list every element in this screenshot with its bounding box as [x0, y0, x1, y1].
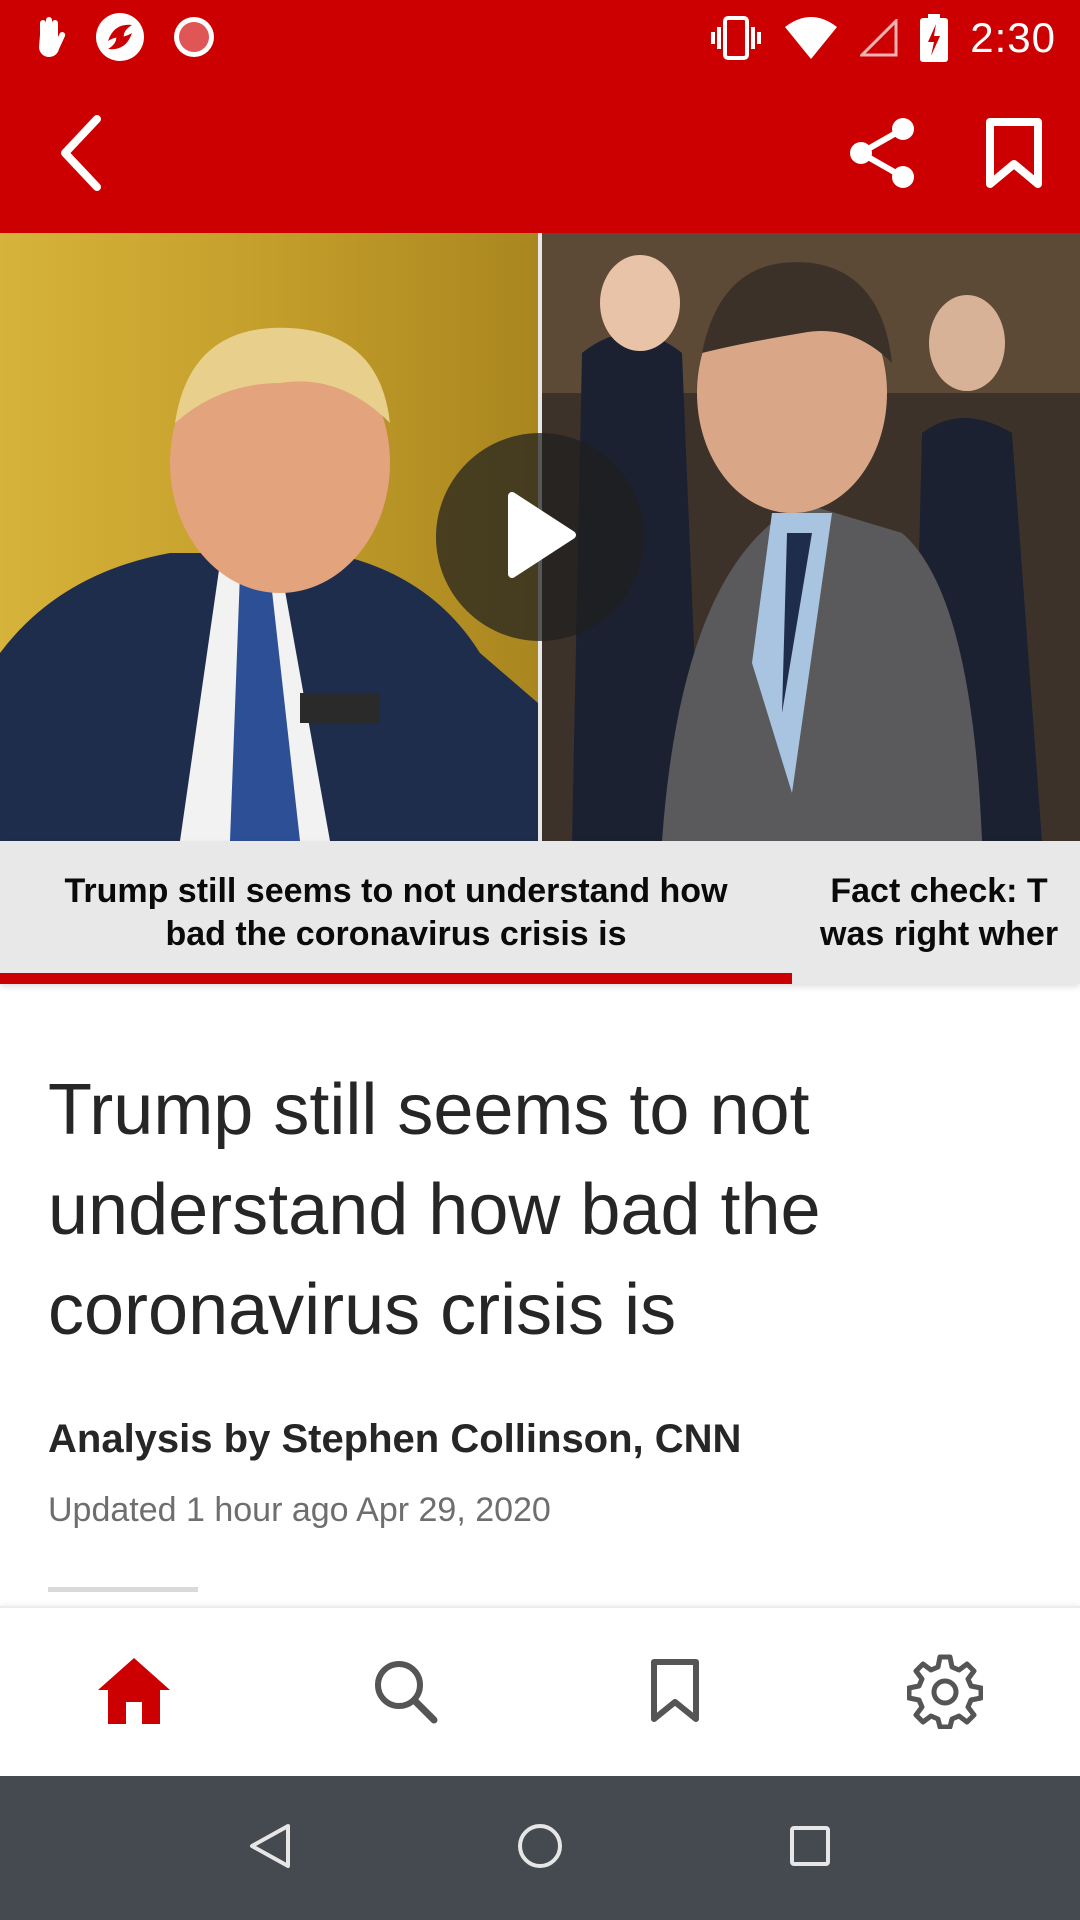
play-button[interactable]	[436, 433, 644, 641]
caption-line: Trump still seems to not understand how	[64, 871, 728, 910]
gear-icon	[906, 1653, 984, 1734]
carousel-caption: Trump still seems to not understand how …	[64, 870, 727, 956]
carousel-caption: Fact check: T was right wher	[820, 870, 1058, 956]
tab-home[interactable]	[79, 1638, 189, 1748]
active-item-indicator	[0, 973, 792, 984]
bookmark-icon	[985, 117, 1043, 194]
battery-charging-icon	[920, 13, 949, 62]
headline-line: coronavirus crisis is	[48, 1270, 677, 1350]
carousel-item[interactable]: Trump still seems to not understand how …	[0, 841, 792, 984]
article-byline: Analysis by Stephen Collinson, CNN	[48, 1417, 742, 1461]
notification-icons	[32, 12, 216, 62]
bookmark-button[interactable]	[964, 105, 1064, 205]
share-icon	[847, 116, 917, 195]
nav-back-icon	[248, 1822, 292, 1875]
nav-home-icon	[516, 1822, 564, 1875]
article-updated: Updated 1 hour ago Apr 29, 2020	[48, 1491, 551, 1529]
share-button[interactable]	[832, 105, 932, 205]
status-time: 2:30	[970, 13, 1056, 61]
back-button[interactable]	[30, 105, 130, 205]
nav-home-button[interactable]	[500, 1808, 580, 1888]
hand-icon	[32, 15, 68, 59]
divider	[48, 1587, 198, 1592]
app-bar	[0, 75, 1080, 233]
search-icon	[372, 1658, 438, 1729]
system-status-icons: 2:30	[710, 10, 1056, 65]
article-headline: Trump still seems to not understand how …	[48, 1060, 1038, 1360]
video-carousel: Trump still seems to not understand how …	[0, 841, 1080, 984]
play-icon	[500, 490, 580, 585]
tab-search[interactable]	[350, 1638, 460, 1748]
tab-saved[interactable]	[620, 1638, 730, 1748]
wifi-icon	[784, 16, 838, 59]
vibrate-icon	[710, 15, 762, 61]
caption-line: Fact check: T	[830, 871, 1048, 910]
tab-settings[interactable]	[890, 1638, 1000, 1748]
system-navigation-bar	[0, 1776, 1080, 1920]
nav-back-button[interactable]	[230, 1808, 310, 1888]
bookmark-icon	[649, 1658, 701, 1729]
nav-recents-button[interactable]	[770, 1808, 850, 1888]
caption-line: was right wher	[820, 914, 1059, 953]
nav-recents-icon	[788, 1824, 832, 1873]
video-player[interactable]	[0, 233, 1080, 841]
carousel-item[interactable]: Fact check: T was right wher	[820, 841, 1080, 984]
back-icon	[55, 113, 105, 198]
headline-line: understand how bad the	[48, 1170, 821, 1250]
bottom-tab-bar	[0, 1606, 1080, 1776]
headline-line: Trump still seems to not	[48, 1070, 810, 1150]
app-logo-icon	[94, 11, 146, 63]
caption-line: bad the coronavirus crisis is	[165, 914, 627, 953]
signal-icon	[860, 18, 898, 57]
status-bar: 2:30	[0, 0, 1080, 75]
home-icon	[96, 1656, 172, 1731]
record-icon	[172, 15, 216, 59]
